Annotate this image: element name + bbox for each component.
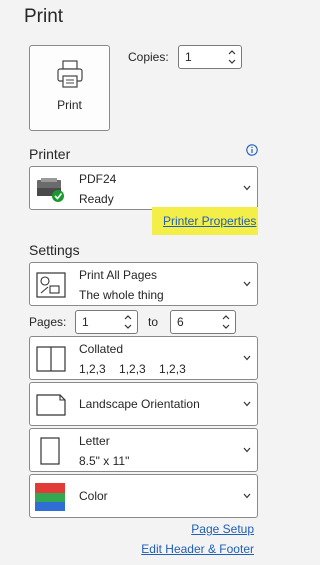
chevron-down-icon (243, 401, 251, 407)
color-dropdown[interactable]: Color (29, 474, 258, 518)
print-all-pages-icon (36, 272, 66, 298)
pages-label: Pages: (29, 315, 67, 329)
printer-status: Ready (79, 192, 114, 206)
color-mode-icon (35, 483, 65, 511)
pages-to-label: to (148, 315, 159, 329)
orientation-title: Landscape Orientation (79, 397, 200, 411)
paper-size-subtitle: 8.5" x 11" (79, 454, 130, 468)
chevron-down-icon (243, 447, 251, 453)
print-range-dropdown[interactable]: Print All Pages The whole thing (29, 262, 258, 306)
printer-icon (57, 60, 83, 88)
page-setup-link[interactable]: Page Setup (191, 522, 254, 536)
printer-properties-link[interactable]: Printer Properties (163, 214, 256, 228)
printer-name: PDF24 (79, 172, 117, 186)
printer-dropdown[interactable]: PDF24 Ready (29, 166, 258, 210)
landscape-orientation-icon (36, 394, 66, 416)
collation-dropdown[interactable]: Collated 1,2,3 1,2,3 1,2,3 (29, 336, 258, 380)
collated-icon (36, 346, 66, 372)
page-title: Print (24, 6, 64, 27)
paper-size-icon (40, 437, 60, 465)
spinner-arrows-icon[interactable] (124, 313, 132, 331)
collation-title: Collated (79, 342, 124, 356)
print-range-title: Print All Pages (79, 268, 158, 282)
pages-to-value: 6 (177, 315, 184, 329)
copies-label: Copies: (128, 50, 169, 64)
info-icon[interactable] (246, 144, 258, 156)
color-title: Color (79, 489, 108, 503)
chevron-down-icon (243, 281, 251, 287)
printer-device-icon (37, 178, 64, 202)
collation-subtitle: 1,2,3 1,2,3 1,2,3 (79, 362, 186, 376)
spinner-arrows-icon[interactable] (228, 48, 236, 66)
print-range-subtitle: The whole thing (79, 288, 164, 302)
pages-from-value: 1 (82, 315, 89, 329)
pages-to-stepper[interactable]: 6 (170, 310, 236, 334)
settings-section-label: Settings (29, 242, 80, 258)
printer-section-label: Printer (29, 146, 71, 162)
print-button[interactable]: Print (29, 45, 110, 131)
orientation-dropdown[interactable]: Landscape Orientation (29, 382, 258, 426)
spinner-arrows-icon[interactable] (222, 313, 230, 331)
print-button-label: Print (57, 98, 82, 112)
chevron-down-icon (243, 185, 251, 191)
copies-stepper[interactable]: 1 (178, 45, 242, 69)
chevron-down-icon (243, 355, 251, 361)
edit-header-footer-link[interactable]: Edit Header & Footer (141, 542, 254, 556)
paper-size-title: Letter (79, 434, 110, 448)
copies-value: 1 (185, 50, 192, 64)
paper-size-dropdown[interactable]: Letter 8.5" x 11" (29, 428, 258, 472)
pages-from-stepper[interactable]: 1 (75, 310, 138, 334)
chevron-down-icon (243, 493, 251, 499)
